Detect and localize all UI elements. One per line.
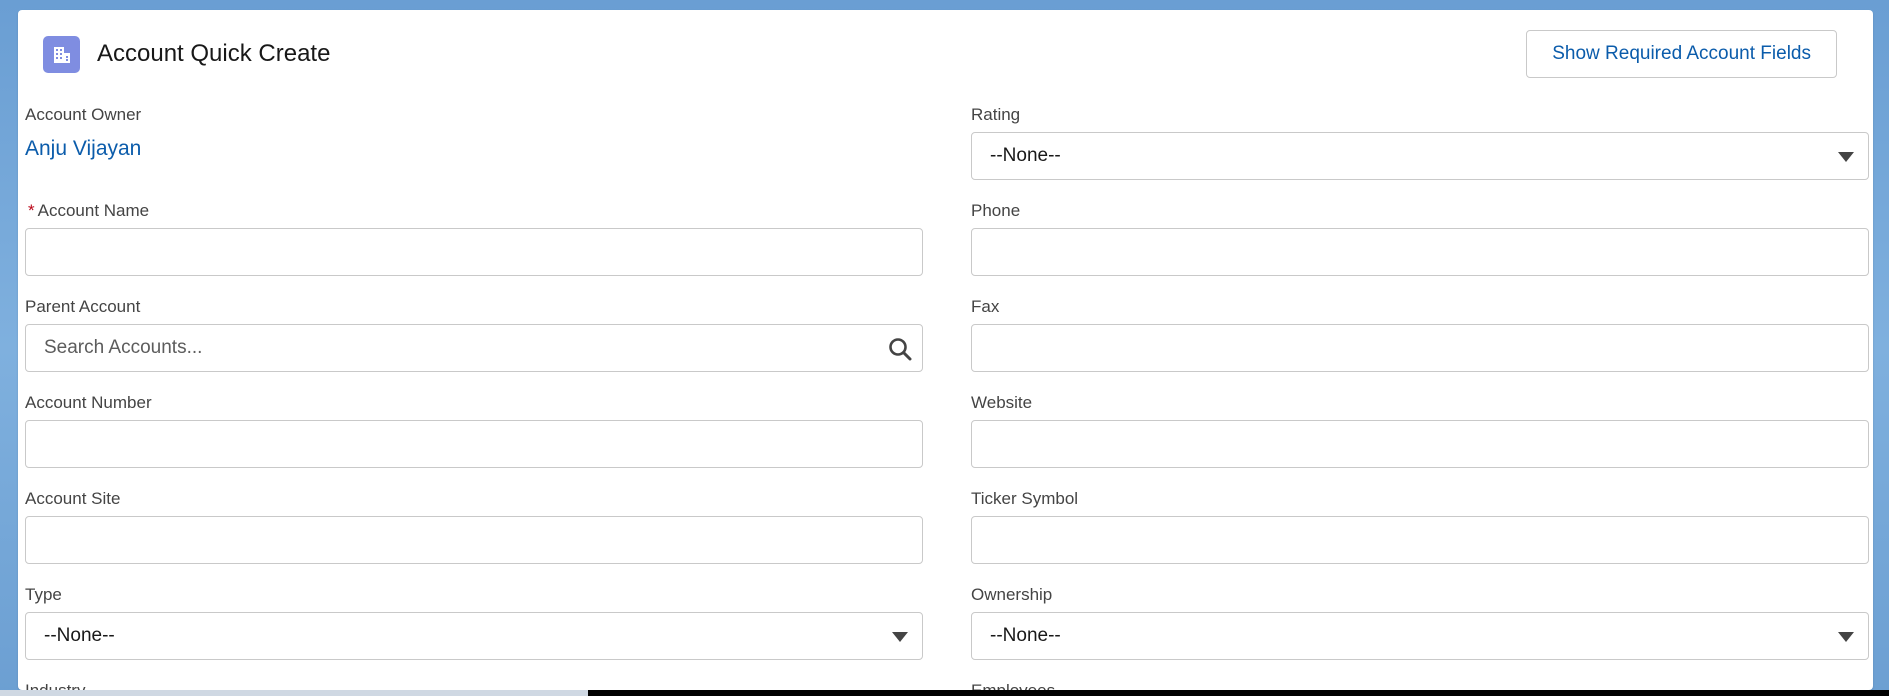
fax-field: Fax [971,296,1869,372]
chevron-down-icon [892,632,908,642]
account-name-field: * Account Name [25,200,923,276]
account-name-label-text: Account Name [37,201,150,220]
industry-field: Industry [25,680,923,690]
employees-field: Employees [971,680,1869,690]
account-name-input-box [25,228,923,276]
account-owner-label: Account Owner [25,105,142,124]
account-number-input-box [25,420,923,468]
ticker-symbol-input-box [971,516,1869,564]
phone-label: Phone [971,201,1021,220]
website-input-box [971,420,1869,468]
phone-input-box [971,228,1869,276]
website-field: Website [971,392,1869,468]
ticker-symbol-input[interactable] [972,517,1868,563]
website-label: Website [971,393,1033,412]
type-field: Type --None-- [25,584,923,660]
type-selected-value: --None-- [44,625,115,646]
account-building-icon [43,36,80,73]
fax-input[interactable] [972,325,1868,371]
quick-create-panel: Account Quick Create Show Required Accou… [18,10,1873,690]
type-select[interactable]: --None-- [25,612,923,660]
account-number-field: Account Number [25,392,923,468]
fax-label: Fax [971,297,1000,316]
rating-select[interactable]: --None-- [971,132,1869,180]
account-number-label: Account Number [25,393,152,412]
account-number-input[interactable] [26,421,922,467]
ownership-label: Ownership [971,585,1053,604]
chevron-down-icon [1838,632,1854,642]
required-marker: * [28,201,35,220]
account-site-label: Account Site [25,489,121,508]
parent-account-label: Parent Account [25,297,141,316]
fax-input-box [971,324,1869,372]
phone-input[interactable] [972,229,1868,275]
account-site-input-box [25,516,923,564]
rating-field: Rating --None-- [971,104,1869,180]
parent-account-field: Parent Account [25,296,923,372]
account-site-field: Account Site [25,488,923,564]
page-title: Account Quick Create [97,40,331,67]
ownership-select[interactable]: --None-- [971,612,1869,660]
account-name-input[interactable] [26,229,922,275]
account-site-input[interactable] [26,517,922,563]
rating-label: Rating [971,105,1021,124]
account-owner-link[interactable]: Anju Vijayan [25,136,923,162]
chevron-down-icon [1838,152,1854,162]
ticker-symbol-field: Ticker Symbol [971,488,1869,564]
parent-account-input-box [25,324,923,372]
parent-account-search-input[interactable] [26,325,922,371]
bottom-bar-left [0,690,588,696]
industry-label: Industry [25,680,923,690]
ownership-selected-value: --None-- [990,625,1061,646]
phone-field: Phone [971,200,1869,276]
show-required-fields-button[interactable]: Show Required Account Fields [1526,30,1837,78]
account-owner-field: Account Owner Anju Vijayan [25,104,923,162]
website-input[interactable] [972,421,1868,467]
search-icon[interactable] [887,336,913,362]
ownership-field: Ownership --None-- [971,584,1869,660]
account-name-label: * Account Name [25,200,923,222]
ticker-symbol-label: Ticker Symbol [971,489,1079,508]
rating-selected-value: --None-- [990,145,1061,166]
panel-header: Account Quick Create Show Required Accou… [18,10,1873,92]
employees-label: Employees [971,680,1869,690]
type-label: Type [25,585,62,604]
